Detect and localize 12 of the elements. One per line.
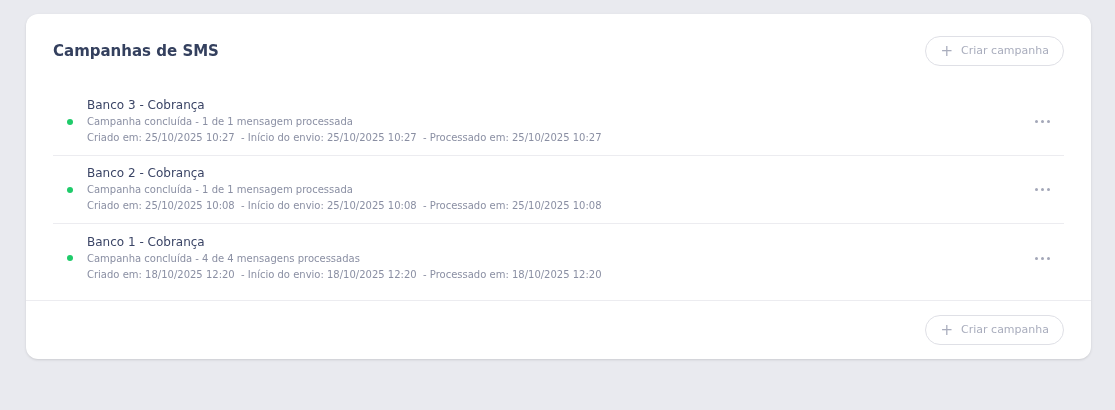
campaign-dates: Criado em: 25/10/2025 10:27 - Início do envio: 25/10/2025 10:27 - Processado em: 25/10/2025 10:27	[87, 131, 603, 145]
campaign-dates: Criado em: 18/10/2025 12:20 - Início do envio: 18/10/2025 12:20 - Processado em: 18/10/2025 12:20	[87, 267, 603, 282]
plus-icon: +	[940, 322, 954, 338]
campaign-name: Banco 3 - Cobrança	[87, 97, 206, 114]
campaign-dates: Criado em: 25/10/2025 10:08 - Início do envio: 25/10/2025 10:08 - Processado em: 25/10/2025 10:08	[87, 199, 603, 213]
page-title: Campanhas de SMS	[53, 40, 219, 62]
campaign-status: Campanha concluída - 1 de 1 mensagem processada	[87, 115, 354, 129]
campaign-name: Banco 2 - Cobrança	[87, 165, 206, 182]
campaign-status: Campanha concluída - 1 de 1 mensagem processada	[87, 183, 354, 197]
campaign-status: Campanha concluída - 4 de 4 mensagens processadas	[87, 251, 361, 266]
plus-icon: +	[940, 43, 954, 59]
campaign-name: Banco 1 - Cobrança	[87, 233, 206, 251]
